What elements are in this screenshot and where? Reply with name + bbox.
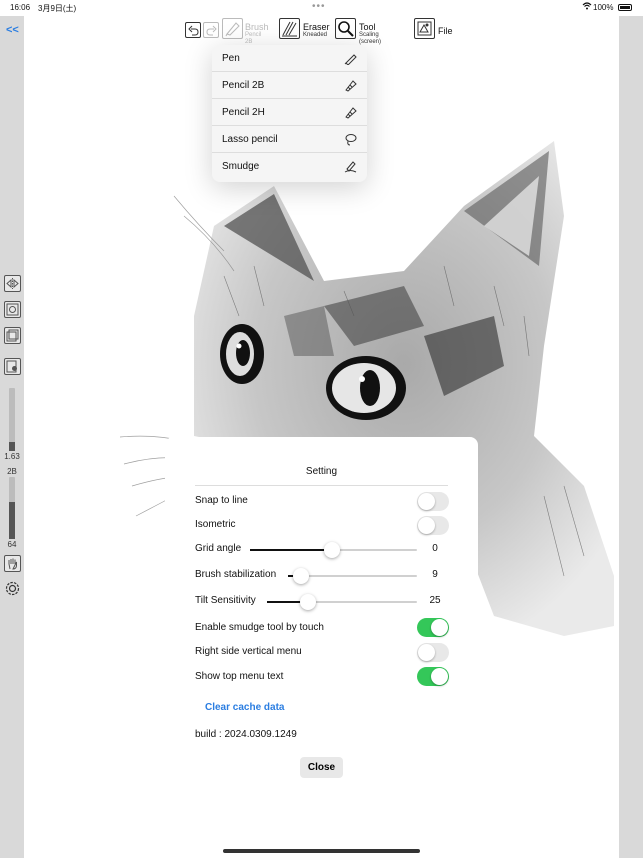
tool-button[interactable] bbox=[335, 18, 356, 39]
brush-dropdown-menu: Pen Pencil 2B Pencil 2H Lasso pencil Smu… bbox=[212, 45, 367, 182]
pen-icon bbox=[344, 54, 357, 65]
layers-button[interactable] bbox=[4, 327, 21, 344]
brush-opacity-level bbox=[9, 501, 15, 539]
brush-stabilization-value: 9 bbox=[432, 569, 438, 580]
menu-item-lasso-pencil[interactable]: Lasso pencil bbox=[212, 126, 367, 153]
multitasking-dots-icon[interactable]: ••• bbox=[312, 1, 326, 12]
eraser-icon bbox=[282, 21, 297, 37]
tilt-sensitivity-label: Tilt Sensitivity bbox=[195, 595, 256, 606]
pencil-icon bbox=[345, 80, 357, 92]
battery-percent: 100% bbox=[593, 3, 614, 12]
battery-icon bbox=[618, 4, 632, 11]
smudge-touch-label: Enable smudge tool by touch bbox=[195, 622, 324, 633]
redo-icon bbox=[205, 25, 217, 35]
layer-gear-icon bbox=[6, 360, 17, 373]
show-top-menu-text-toggle[interactable] bbox=[417, 667, 449, 686]
brush-sub-label: Pencil 2B bbox=[245, 32, 262, 45]
brush-size-level bbox=[9, 441, 15, 451]
home-indicator bbox=[223, 849, 420, 853]
eraser-sub-label: Kneaded bbox=[303, 32, 328, 38]
smudge-touch-toggle[interactable] bbox=[417, 618, 449, 637]
wifi-icon bbox=[582, 2, 592, 12]
layer-settings-button[interactable] bbox=[4, 358, 21, 375]
redo-button[interactable] bbox=[203, 22, 219, 38]
settings-panel: Setting Snap to line Isometric Grid angl… bbox=[165, 437, 478, 858]
grid-angle-slider[interactable] bbox=[250, 542, 417, 558]
undo-icon bbox=[187, 25, 199, 35]
tool-label: Tool bbox=[359, 22, 376, 32]
build-version: build : 2024.0309.1249 bbox=[195, 729, 297, 740]
isometric-label: Isometric bbox=[195, 519, 236, 530]
menu-item-label: Smudge bbox=[222, 161, 260, 172]
status-time: 16:06 bbox=[10, 3, 31, 12]
menu-item-pencil-2h[interactable]: Pencil 2H bbox=[212, 99, 367, 126]
menu-item-label: Lasso pencil bbox=[222, 133, 278, 145]
brush-icon bbox=[225, 22, 240, 37]
menu-item-label: Pencil 2B bbox=[222, 79, 265, 91]
flip-horizontal-button[interactable] bbox=[4, 275, 21, 292]
magnifier-icon bbox=[338, 21, 354, 37]
status-bar: 16:06 3月9日(土) ••• 100% bbox=[0, 0, 643, 16]
hand-icon bbox=[8, 558, 17, 570]
brush-opacity-value: 64 bbox=[7, 540, 17, 549]
right-side-strip bbox=[619, 16, 643, 858]
right-side-menu-toggle[interactable] bbox=[417, 643, 449, 662]
brush-label: Brush bbox=[245, 22, 269, 32]
eraser-label: Eraser bbox=[303, 22, 330, 32]
settings-title: Setting bbox=[305, 466, 338, 477]
snap-to-line-label: Snap to line bbox=[195, 495, 248, 506]
menu-item-pen[interactable]: Pen bbox=[212, 45, 367, 72]
back-button[interactable]: << bbox=[6, 24, 19, 36]
brush-size-slider[interactable] bbox=[9, 388, 15, 451]
brush-stabilization-slider[interactable] bbox=[288, 568, 417, 584]
smudge-icon bbox=[344, 161, 357, 173]
menu-item-pencil-2b[interactable]: Pencil 2B bbox=[212, 72, 367, 99]
brush-stabilization-label: Brush stabilization bbox=[195, 569, 277, 580]
snap-to-line-toggle[interactable] bbox=[417, 492, 449, 511]
menu-item-label: Pen bbox=[222, 52, 240, 64]
brush-opacity-label: 2B bbox=[7, 467, 17, 476]
title-divider bbox=[195, 485, 448, 486]
fit-screen-icon bbox=[6, 303, 19, 316]
tool-sub-label: Scaling (screen) bbox=[359, 32, 382, 45]
right-side-menu-label: Right side vertical menu bbox=[195, 646, 302, 657]
file-button[interactable] bbox=[414, 18, 435, 39]
brush-opacity-slider[interactable] bbox=[9, 477, 15, 539]
brush-button[interactable] bbox=[222, 18, 243, 39]
close-button[interactable]: Close bbox=[300, 757, 343, 778]
app-screen: 16:06 3月9日(土) ••• 100% << 1.63 2B 64 Bru… bbox=[0, 0, 643, 858]
show-top-menu-text-label: Show top menu text bbox=[195, 671, 284, 682]
status-date: 3月9日(土) bbox=[38, 4, 77, 13]
eraser-button[interactable] bbox=[279, 18, 300, 39]
pencil-icon bbox=[345, 107, 357, 119]
grid-angle-label: Grid angle bbox=[195, 543, 242, 554]
clear-cache-link[interactable]: Clear cache data bbox=[205, 702, 285, 713]
hand-tool-button[interactable] bbox=[4, 555, 21, 572]
grid-angle-value: 0 bbox=[432, 543, 438, 554]
settings-gear-icon[interactable] bbox=[4, 580, 21, 597]
file-icon bbox=[417, 21, 432, 36]
isometric-toggle[interactable] bbox=[417, 516, 449, 535]
tilt-sensitivity-value: 25 bbox=[429, 595, 441, 606]
tilt-sensitivity-slider[interactable] bbox=[267, 594, 417, 610]
lasso-icon bbox=[345, 134, 357, 146]
undo-button[interactable] bbox=[185, 22, 201, 38]
file-label: File bbox=[438, 26, 453, 36]
layers-icon bbox=[6, 329, 19, 342]
fit-screen-button[interactable] bbox=[4, 301, 21, 318]
menu-item-label: Pencil 2H bbox=[222, 106, 265, 118]
menu-item-smudge[interactable]: Smudge bbox=[212, 153, 367, 180]
brush-size-value: 1.63 bbox=[4, 452, 20, 461]
flip-icon bbox=[6, 278, 19, 289]
